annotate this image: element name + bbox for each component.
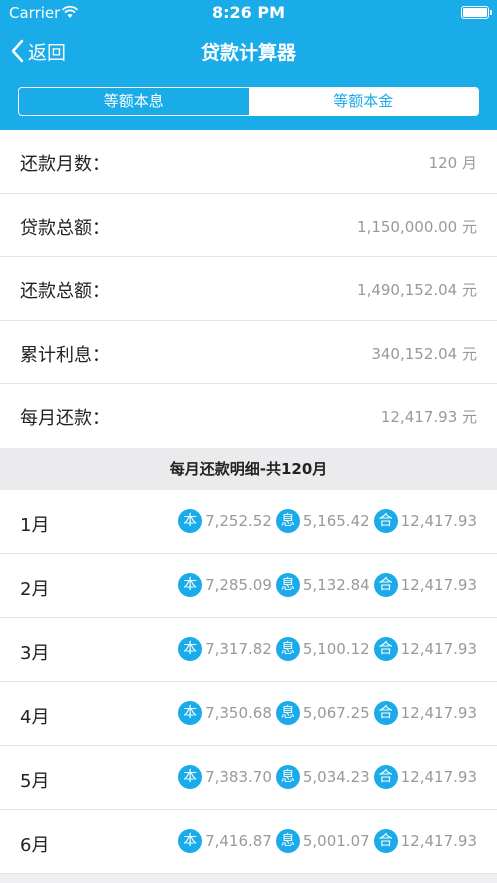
total-badge: 合 bbox=[373, 829, 398, 853]
month-amounts: 本 7,285.09 息 5,132.84 合 12,417.93 bbox=[178, 573, 477, 597]
loan-summary: 还款月数： 120 月 贷款总额： 1,150,000.00 元 还款总额： 1… bbox=[0, 130, 497, 448]
interest-badge: 息 bbox=[275, 573, 300, 597]
principal-amount: 7,285.09 bbox=[205, 576, 272, 594]
summary-label: 贷款总额： bbox=[20, 217, 110, 239]
list-item: 2月 本 7,285.09 息 5,132.84 合 12,417.93 bbox=[0, 554, 497, 618]
summary-row-months: 还款月数： 120 月 bbox=[0, 130, 497, 194]
principal-amount: 7,317.82 bbox=[205, 640, 272, 658]
interest-amount: 5,165.42 bbox=[302, 512, 370, 530]
list-item: 6月 本 7,416.87 息 5,001.07 合 12,417.93 bbox=[0, 810, 497, 874]
interest-badge: 息 bbox=[275, 765, 300, 789]
total-badge: 合 bbox=[373, 573, 398, 597]
section-header: 每月还款明细-共120月 bbox=[0, 448, 497, 490]
interest-badge: 息 bbox=[275, 509, 300, 533]
total-amount: 12,417.93 bbox=[400, 512, 477, 530]
summary-value: 120 月 bbox=[428, 154, 477, 172]
principal-amount: 7,350.68 bbox=[205, 704, 272, 722]
month-label: 1月 bbox=[20, 515, 50, 536]
tab-equal-principal[interactable]: 等额本金 bbox=[248, 88, 478, 115]
principal-amount: 7,383.70 bbox=[205, 768, 272, 786]
navigation-bar: 返回 贷款计算器 bbox=[0, 28, 497, 74]
month-amounts: 本 7,317.82 息 5,100.12 合 12,417.93 bbox=[178, 637, 477, 661]
month-label: 6月 bbox=[20, 835, 50, 856]
tab-equal-installment[interactable]: 等额本息 bbox=[19, 88, 249, 115]
month-label: 5月 bbox=[20, 771, 50, 792]
interest-amount: 5,001.07 bbox=[302, 832, 370, 850]
page-title: 贷款计算器 bbox=[200, 42, 296, 64]
summary-row-monthly-payment: 每月还款： 12,417.93 元 bbox=[0, 384, 497, 448]
month-label: 3月 bbox=[20, 643, 50, 664]
principal-badge: 本 bbox=[178, 509, 203, 533]
summary-value: 1,490,152.04 元 bbox=[357, 281, 477, 300]
interest-amount: 5,034.23 bbox=[302, 768, 370, 786]
total-amount: 12,417.93 bbox=[400, 576, 477, 594]
total-badge: 合 bbox=[373, 637, 398, 661]
interest-badge: 息 bbox=[275, 637, 300, 661]
header: Carrier 8:26 PM 返回 贷款计算器 等额本息 等额本金 bbox=[0, 0, 497, 130]
principal-amount: 7,416.87 bbox=[205, 832, 272, 850]
repayment-method-segment: 等额本息 等额本金 bbox=[18, 87, 479, 116]
summary-label: 累计利息： bbox=[20, 344, 110, 366]
summary-value: 340,152.04 元 bbox=[371, 344, 477, 363]
total-amount: 12,417.93 bbox=[400, 832, 477, 850]
summary-label: 每月还款： bbox=[20, 408, 110, 430]
principal-badge: 本 bbox=[178, 701, 203, 725]
month-label: 4月 bbox=[20, 707, 50, 728]
principal-badge: 本 bbox=[178, 637, 203, 661]
total-amount: 12,417.93 bbox=[400, 640, 477, 658]
list-item: 1月 本 7,252.52 息 5,165.42 合 12,417.93 bbox=[0, 490, 497, 554]
list-item: 3月 本 7,317.82 息 5,100.12 合 12,417.93 bbox=[0, 618, 497, 682]
month-amounts: 本 7,252.52 息 5,165.42 合 12,417.93 bbox=[178, 509, 477, 533]
summary-row-total-interest: 累计利息： 340,152.04 元 bbox=[0, 321, 497, 385]
principal-badge: 本 bbox=[178, 573, 203, 597]
month-amounts: 本 7,383.70 息 5,034.23 合 12,417.93 bbox=[178, 765, 477, 789]
total-badge: 合 bbox=[373, 701, 398, 725]
list-item: 5月 本 7,383.70 息 5,034.23 合 12,417.93 bbox=[0, 746, 497, 810]
principal-amount: 7,252.52 bbox=[205, 512, 272, 530]
interest-amount: 5,132.84 bbox=[302, 576, 370, 594]
total-badge: 合 bbox=[373, 509, 398, 533]
status-bar: Carrier 8:26 PM bbox=[0, 0, 497, 28]
summary-row-loan-amount: 贷款总额： 1,150,000.00 元 bbox=[0, 194, 497, 258]
month-amounts: 本 7,350.68 息 5,067.25 合 12,417.93 bbox=[178, 701, 477, 725]
summary-label: 还款总额： bbox=[20, 281, 110, 303]
battery-icon bbox=[461, 6, 492, 19]
summary-label: 还款月数： bbox=[20, 154, 110, 175]
monthly-detail-list[interactable]: 1月 本 7,252.52 息 5,165.42 合 12,417.93 2月 … bbox=[0, 490, 497, 874]
summary-row-total-repayment: 还款总额： 1,490,152.04 元 bbox=[0, 257, 497, 321]
status-time: 8:26 PM bbox=[211, 3, 285, 22]
summary-value: 12,417.93 元 bbox=[380, 408, 477, 427]
list-item: 4月 本 7,350.68 息 5,067.25 合 12,417.93 bbox=[0, 682, 497, 746]
interest-amount: 5,100.12 bbox=[302, 640, 370, 658]
month-amounts: 本 7,416.87 息 5,001.07 合 12,417.93 bbox=[178, 829, 477, 853]
month-label: 2月 bbox=[20, 579, 50, 600]
interest-badge: 息 bbox=[275, 829, 300, 853]
principal-badge: 本 bbox=[178, 765, 203, 789]
interest-amount: 5,067.25 bbox=[302, 704, 370, 722]
principal-badge: 本 bbox=[178, 829, 203, 853]
interest-badge: 息 bbox=[275, 701, 300, 725]
summary-value: 1,150,000.00 元 bbox=[357, 217, 477, 236]
total-amount: 12,417.93 bbox=[400, 768, 477, 786]
total-badge: 合 bbox=[373, 765, 398, 789]
total-amount: 12,417.93 bbox=[400, 704, 477, 722]
